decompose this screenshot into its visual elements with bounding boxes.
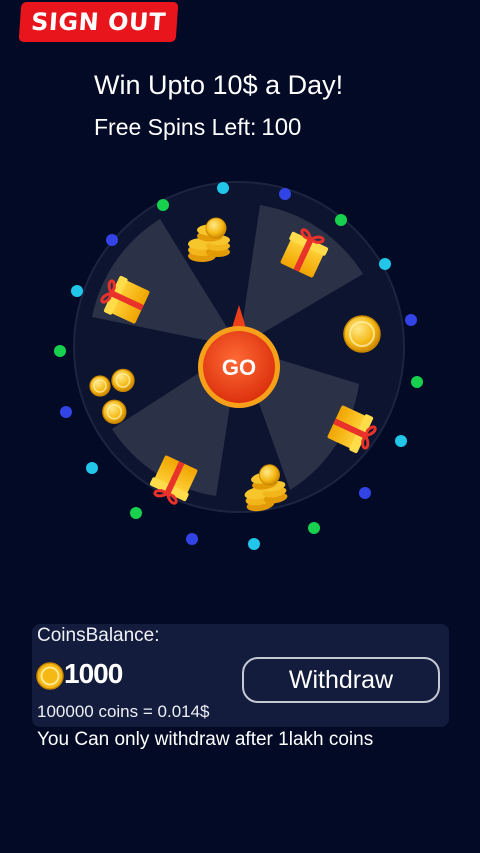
coin-icon: [36, 662, 64, 690]
coin-icon: [343, 315, 381, 353]
spin-wheel-screen: SIGN OUT Win Upto 10$ a Day! Free Spins …: [0, 0, 480, 853]
light-dot: [308, 522, 320, 534]
light-dot: [335, 214, 347, 226]
light-dot: [411, 376, 423, 388]
light-dot: [54, 345, 66, 357]
light-dot: [248, 538, 260, 550]
light-dot: [60, 406, 72, 418]
light-dot: [379, 258, 391, 270]
light-dot: [405, 314, 417, 326]
light-dot: [186, 533, 198, 545]
coins-balance-label: CoinsBalance:: [37, 625, 160, 646]
conversion-rate: 100000 coins = 0.014$: [37, 702, 210, 721]
light-dot: [130, 507, 142, 519]
light-dot: [217, 182, 229, 194]
light-dot: [86, 462, 98, 474]
withdraw-button[interactable]: Withdraw: [242, 657, 440, 703]
free-spins-label: Free Spins Left:: [94, 114, 257, 140]
free-spins-row: Free Spins Left: 100: [94, 114, 301, 142]
headline: Win Upto 10$ a Day!: [94, 70, 344, 100]
light-dot: [106, 234, 118, 246]
go-label: GO: [222, 355, 256, 380]
light-dot: [71, 285, 83, 297]
free-spins-count: 100: [261, 114, 302, 141]
light-dot: [279, 188, 291, 200]
light-dot: [359, 487, 371, 499]
sign-out-button[interactable]: SIGN OUT: [18, 2, 179, 42]
coins-balance-value: 1000: [64, 658, 123, 689]
light-dot: [157, 199, 169, 211]
withdraw-note: You Can only withdraw after 1lakh coins: [37, 729, 374, 750]
spin-wheel[interactable]: GO: [0, 170, 480, 570]
light-dot: [395, 435, 407, 447]
